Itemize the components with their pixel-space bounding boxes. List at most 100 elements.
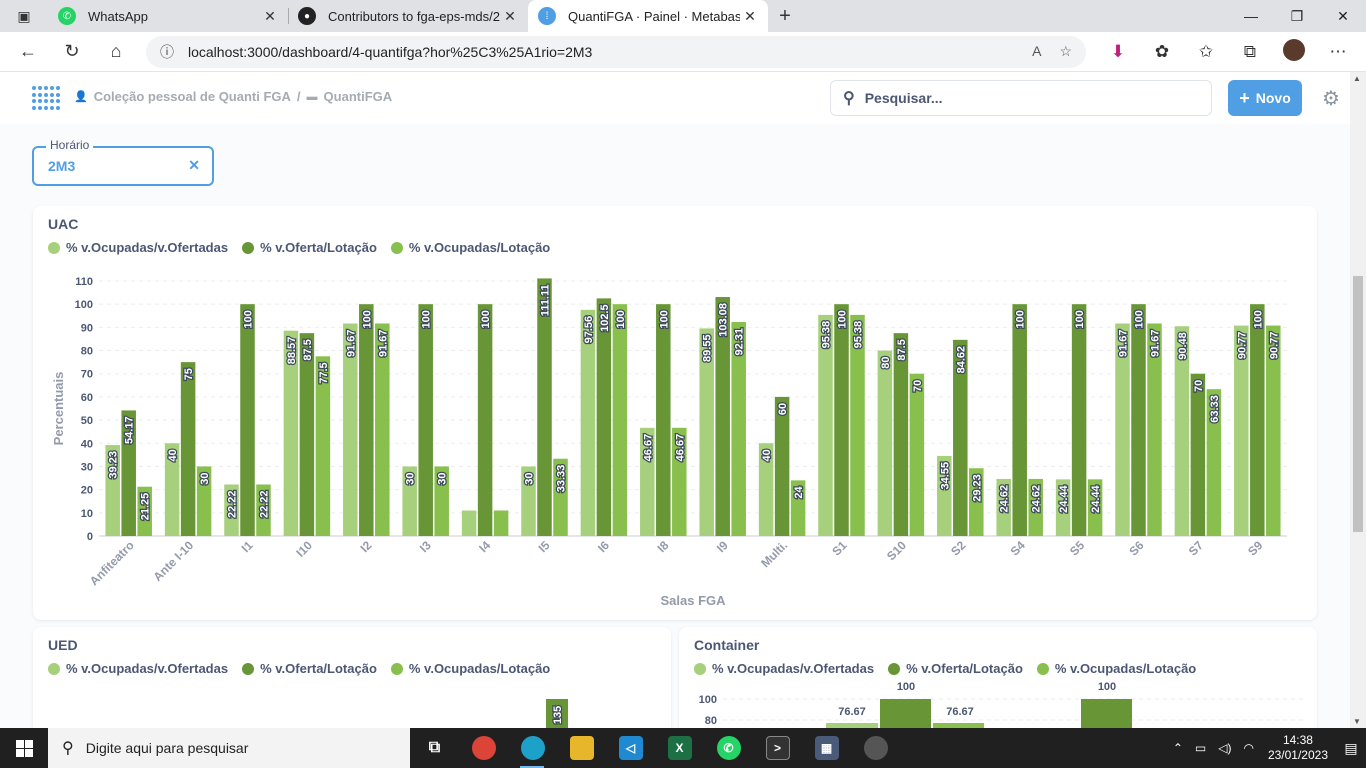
bar [299, 333, 315, 536]
refresh-icon[interactable]: ↻ [50, 32, 94, 72]
breadcrumb-collection[interactable]: Coleção pessoal de Quanti FGA [94, 89, 291, 104]
close-window-icon[interactable]: ✕ [1320, 0, 1366, 32]
y-tick-label: 10 [81, 508, 93, 520]
data-label: 63.33 [1209, 395, 1221, 423]
chrome-icon[interactable] [459, 728, 508, 768]
more-icon[interactable]: ⋯ [1316, 42, 1360, 62]
y-tick-label: 70 [81, 369, 93, 381]
scroll-down-icon[interactable]: ▼ [1353, 717, 1361, 726]
data-label: 100 [361, 310, 373, 328]
scrollbar-thumb[interactable] [1353, 276, 1363, 532]
data-label: 46.67 [674, 434, 686, 462]
x-tick-label: Anfiteatro [87, 538, 137, 588]
info-icon[interactable]: ⓘ [160, 42, 174, 62]
address-toolbar: ← ↻ ⌂ ⓘ localhost:3000/dashboard/4-quant… [0, 32, 1366, 72]
download-icon[interactable]: ⬇ [1096, 42, 1140, 62]
bar [180, 362, 196, 536]
terminal-icon[interactable]: > [753, 728, 802, 768]
data-label: 90.77 [1268, 332, 1280, 360]
data-label: 33.33 [556, 465, 568, 493]
metabase-logo[interactable] [32, 86, 60, 110]
read-aloud-icon[interactable]: A [1032, 43, 1041, 60]
tab-metabase[interactable]: ⁞ QuantiFGA · Painel · Metabase ✕ [528, 0, 768, 32]
folder-icon: ▬ [306, 90, 318, 103]
extensions-icon[interactable]: ✿ [1140, 42, 1184, 62]
bar [596, 298, 612, 536]
profile-avatar[interactable] [1272, 38, 1316, 66]
y-tick-label: 60 [81, 392, 93, 404]
y-tick-label: 110 [75, 276, 93, 288]
new-tab-button[interactable]: + [768, 0, 802, 32]
x-tick-label: I8 [654, 538, 671, 555]
search-icon: ⚲ [843, 90, 855, 107]
breadcrumb-separator: / [296, 89, 301, 104]
edge-icon[interactable] [508, 728, 557, 768]
data-label: 76.67 [946, 706, 974, 718]
data-label: 34.55 [939, 462, 951, 490]
horario-filter[interactable]: Horário 2M3 ✕ [32, 138, 214, 186]
data-label: 103.08 [718, 303, 730, 337]
x-tick-label: S6 [1126, 538, 1147, 559]
y-tick-label: 0 [87, 531, 93, 543]
calculator-icon[interactable]: ▦ [802, 728, 851, 768]
tab-whatsapp[interactable]: ✆ WhatsApp ✕ [48, 0, 288, 32]
volume-icon[interactable]: ◁) [1218, 741, 1231, 755]
gear-icon[interactable]: ⚙ [1322, 86, 1340, 111]
whatsapp-taskbar-icon[interactable]: ✆ [704, 728, 753, 768]
uac-chart-card: UAC % v.Ocupadas/v.Ofertadas % v.Oferta/… [33, 206, 1317, 620]
chevron-up-icon[interactable]: ⌃ [1173, 741, 1183, 755]
data-label: 80 [880, 357, 892, 369]
data-label: 91.67 [345, 329, 357, 357]
collections-icon[interactable]: ⧉ [1228, 42, 1272, 62]
back-icon[interactable]: ← [6, 32, 50, 72]
whatsapp-icon: ✆ [58, 7, 76, 25]
vscode-icon[interactable]: ◁ [606, 728, 655, 768]
data-label: 24 [793, 485, 805, 498]
battery-icon[interactable]: ▭ [1195, 741, 1206, 755]
wifi-icon[interactable]: ◠ [1243, 741, 1253, 755]
bar [877, 350, 893, 536]
container-chart-card: Container % v.Ocupadas/v.Ofertadas % v.O… [679, 627, 1317, 737]
data-label: 100 [1074, 310, 1086, 328]
taskbar-search[interactable]: ⚲ Digite aqui para pesquisar [48, 728, 410, 768]
close-icon[interactable]: ✕ [740, 8, 760, 25]
close-icon[interactable]: ✕ [500, 8, 520, 25]
url-field[interactable]: ⓘ localhost:3000/dashboard/4-quantifga?h… [146, 36, 1086, 68]
minimize-icon[interactable]: — [1228, 0, 1274, 32]
x-tick-label: I2 [357, 538, 374, 555]
restore-icon[interactable]: ❐ [1274, 0, 1320, 32]
search-input[interactable]: ⚲ Pesquisar... [830, 80, 1212, 116]
windows-icon [15, 739, 33, 757]
search-placeholder: Pesquisar... [864, 90, 943, 106]
x-tick-label: I9 [714, 538, 731, 555]
data-label: 91.67 [1150, 329, 1162, 357]
bar [1250, 304, 1265, 536]
windows-taskbar: ⚲ Digite aqui para pesquisar ⧉ ◁ X ✆ > ▦… [0, 728, 1366, 768]
task-view-icon[interactable]: ⧉ [410, 728, 459, 768]
x-tick-label: I5 [536, 538, 553, 555]
tab-actions-icon[interactable]: ▣ [0, 0, 48, 32]
favorites-icon[interactable]: ✩ [1184, 42, 1228, 62]
new-button-label: Novo [1255, 90, 1291, 106]
data-label: 70 [1193, 380, 1205, 392]
data-label: 22.22 [227, 490, 239, 518]
app-icon[interactable] [851, 728, 900, 768]
bar [418, 304, 433, 536]
new-button[interactable]: + Novo [1228, 80, 1302, 116]
scroll-up-icon[interactable]: ▲ [1353, 74, 1361, 83]
page-scrollbar[interactable]: ▲ ▼ [1350, 72, 1366, 728]
clock[interactable]: 14:38 23/01/2023 [1268, 733, 1328, 763]
home-icon[interactable]: ⌂ [94, 32, 138, 72]
file-explorer-icon[interactable] [557, 728, 606, 768]
metabase-header: 👤 Coleção pessoal de Quanti FGA / ▬ Quan… [0, 72, 1366, 124]
y-tick-label: 100 [75, 299, 93, 311]
excel-icon[interactable]: X [655, 728, 704, 768]
breadcrumb-dashboard[interactable]: QuantiFGA [324, 89, 393, 104]
notification-icon[interactable]: ▤ [1336, 728, 1366, 768]
tab-github[interactable]: ● Contributors to fga-eps-mds/202 ✕ [288, 0, 528, 32]
close-icon[interactable]: ✕ [260, 8, 280, 25]
start-button[interactable] [0, 728, 48, 768]
clear-filter-icon[interactable]: ✕ [188, 157, 200, 174]
favorite-icon[interactable]: ☆ [1059, 43, 1072, 60]
container-bar-chart: 100 80 76.67 100 76.67 100 [699, 681, 1304, 737]
